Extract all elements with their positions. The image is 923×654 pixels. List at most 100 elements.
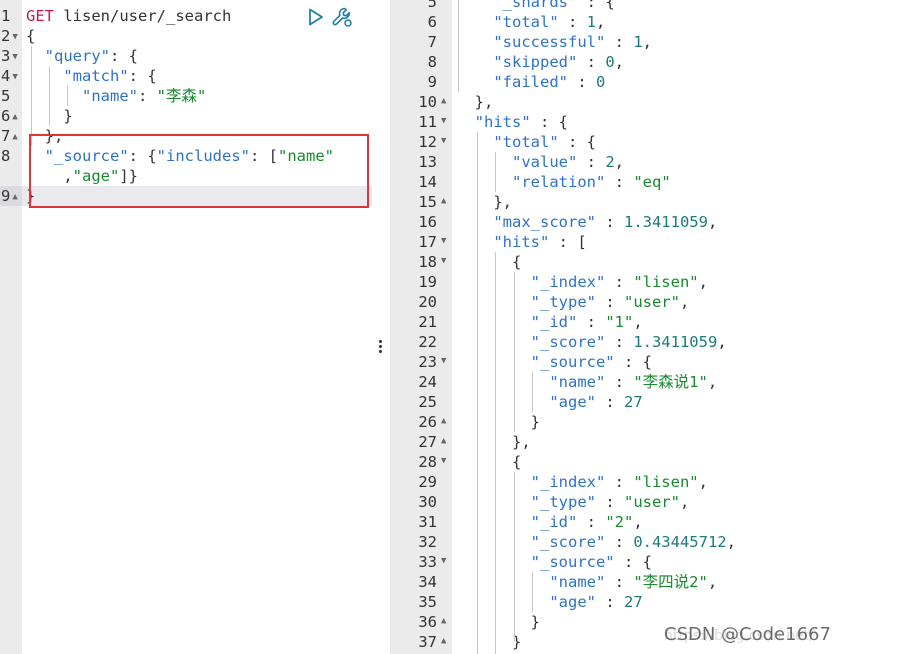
fold-arrow-icon[interactable]: ▲ — [441, 91, 446, 111]
response-line: 7 "successful" : 1, — [390, 32, 923, 52]
response-line: 24 "name" : "李森说1", — [390, 372, 923, 392]
response-line: 9 "failed" : 0 — [390, 72, 923, 92]
json-string: "1" — [605, 313, 634, 331]
json-key: "_score" — [530, 533, 606, 551]
line-number: 33 — [418, 553, 437, 571]
fold-arrow-icon[interactable]: ▼ — [441, 551, 446, 571]
json-punct: }, — [474, 93, 494, 111]
fold-arrow-icon[interactable]: ▲ — [441, 431, 446, 451]
response-line: 20 "_type" : "user", — [390, 292, 923, 312]
json-punct: : — [577, 313, 606, 331]
line-number: 6 ▲ — [1, 107, 18, 125]
line-number: 35 — [418, 593, 437, 611]
json-punct: : — [558, 13, 587, 31]
line-number: 6 — [427, 13, 437, 31]
line-number: 36 — [418, 613, 437, 631]
fold-arrow-icon[interactable]: ▲ — [441, 411, 446, 431]
json-punct: , — [633, 313, 643, 331]
json-key: "age" — [549, 593, 596, 611]
response-line: 36 ▲ } — [390, 612, 923, 632]
response-line: 30 "_type" : "user", — [390, 492, 923, 512]
play-icon[interactable] — [308, 8, 324, 26]
response-line: 28 ▼ { — [390, 452, 923, 472]
fold-arrow-icon[interactable]: ▼ — [441, 111, 446, 131]
request-editor[interactable]: 1 GET lisen/user/_search 2 ▼ { 3 ▼ "query"… — [0, 0, 372, 654]
drag-handle-icon — [379, 340, 382, 354]
fold-arrow-icon[interactable]: ▲ — [441, 631, 446, 651]
fold-arrow-icon[interactable]: ▼ — [441, 231, 446, 251]
fold-arrow-icon[interactable]: ▲ — [441, 611, 446, 631]
json-key: "_type" — [530, 293, 596, 311]
json-key: "total" — [493, 13, 559, 31]
line-number: 28 — [418, 453, 437, 471]
request-line[interactable]: 5 "name": "李森" — [0, 86, 372, 106]
line-number: 26 — [418, 413, 437, 431]
response-viewer[interactable]: 5 "_shards" : {6 "total" : 1, 7 "successf… — [390, 0, 923, 654]
json-punct: : { — [128, 67, 157, 85]
json-punct: : { — [530, 113, 568, 131]
request-line[interactable]: 2 ▼ { — [0, 26, 372, 46]
json-key: "name" — [549, 573, 606, 591]
json-punct: , — [717, 333, 727, 351]
json-punct: }, — [493, 193, 512, 211]
json-key: "name" — [549, 373, 606, 391]
json-punct: , — [614, 53, 625, 71]
json-punct: : { — [614, 553, 652, 571]
indent-guide — [514, 472, 515, 642]
line-number: 31 — [418, 513, 437, 531]
json-punct: , — [614, 153, 625, 171]
request-line[interactable]: 6 ▲ } — [0, 106, 372, 126]
json-punct: : — [595, 493, 624, 511]
response-line: 32 "_score" : 0.43445712, — [390, 532, 923, 552]
json-punct: : — [577, 53, 606, 71]
line-number: 5 — [1, 87, 11, 105]
response-line: 26 ▲ } — [390, 412, 923, 432]
indent-guide — [477, 132, 478, 654]
response-line: 5 "_shards" : { — [390, 0, 923, 12]
json-punct: : — [605, 173, 634, 191]
json-key: "match" — [63, 67, 129, 85]
json-punct: : — [595, 293, 624, 311]
line-number: 16 — [418, 213, 437, 231]
line-number: 13 — [418, 153, 437, 171]
pane-resize-handle[interactable] — [372, 0, 390, 654]
json-string: "李森" — [156, 87, 207, 105]
fold-arrow-icon[interactable]: ▼ — [441, 351, 446, 371]
fold-arrow-icon[interactable]: ▼ — [441, 251, 446, 271]
response-line: 19 "_index" : "lisen", — [390, 272, 923, 292]
line-number: 3 ▼ — [1, 47, 18, 65]
json-key: "query" — [44, 47, 110, 65]
fold-arrow-icon: ▲ — [12, 112, 18, 122]
json-punct: , — [596, 13, 606, 31]
json-punct: : — [596, 393, 624, 411]
fold-arrow-icon[interactable]: ▼ — [441, 131, 446, 151]
json-key: "_source" — [530, 553, 615, 571]
json-punct: : { — [110, 47, 138, 65]
line-number: 2 ▼ — [1, 27, 18, 45]
response-line: 14 "relation" : "eq" — [390, 172, 923, 192]
json-key: "skipped" — [493, 53, 578, 71]
json-string: "2" — [605, 513, 634, 531]
response-line: 17 ▼ "hits" : [ — [390, 232, 923, 252]
request-line[interactable]: 4 ▼ "match": { — [0, 66, 372, 86]
json-key: "_type" — [530, 493, 596, 511]
response-line: 29 "_index" : "lisen", — [390, 472, 923, 492]
request-line[interactable]: 3 ▼ "query": { — [0, 46, 372, 66]
watermark: CSDN @Code1667 — [664, 624, 831, 645]
json-punct: : — [596, 593, 624, 611]
wrench-icon[interactable] — [331, 6, 353, 28]
fold-arrow-icon[interactable]: ▼ — [441, 451, 446, 471]
json-number: 1 — [586, 13, 596, 31]
json-key: "_id" — [530, 513, 578, 531]
json-key: "_source" — [530, 353, 615, 371]
line-number: 37 — [418, 633, 437, 651]
indent-guide — [532, 572, 533, 612]
json-punct: : — [595, 213, 624, 231]
response-line: 21 "_id" : "1", — [390, 312, 923, 332]
line-number: 15 — [418, 193, 437, 211]
line-number: 18 — [418, 253, 437, 271]
fold-arrow-icon[interactable]: ▲ — [441, 191, 446, 211]
line-number: 30 — [418, 493, 437, 511]
response-line: 34 "name" : "李四说2", — [390, 572, 923, 592]
line-number: 24 — [418, 373, 437, 391]
